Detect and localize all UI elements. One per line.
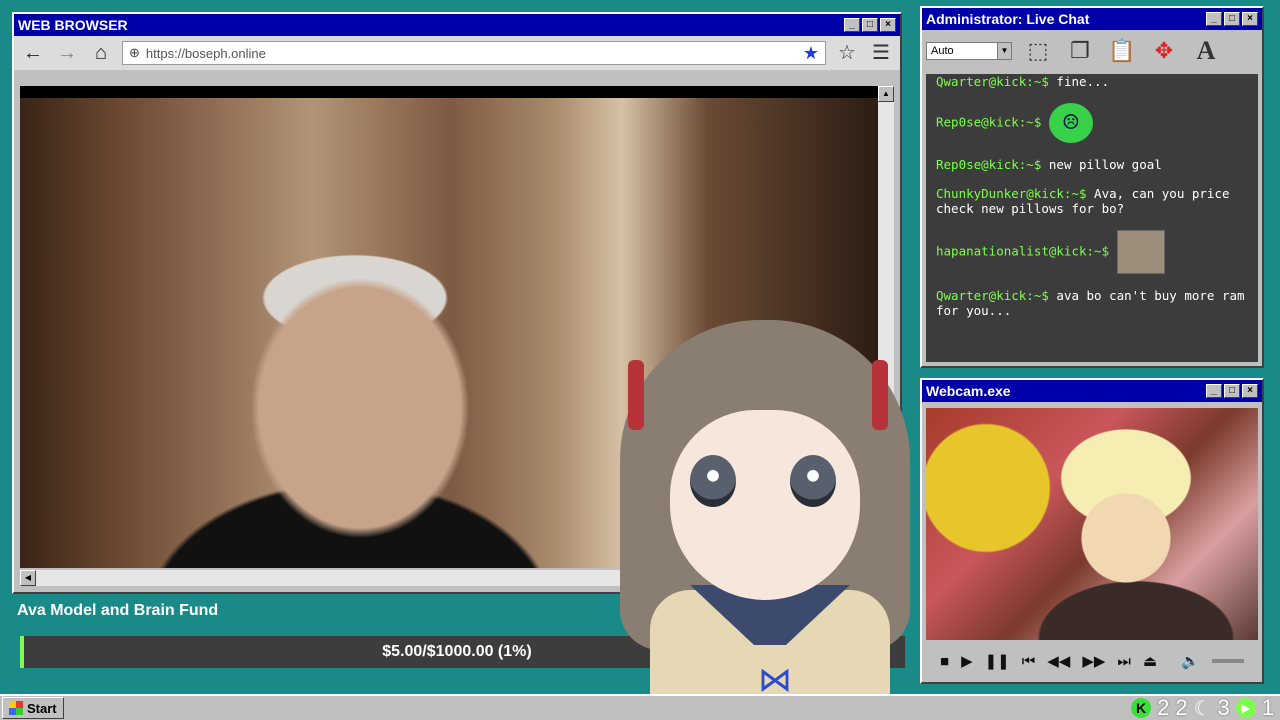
chat-message: Qwarter@kick:~$ ava bo can't buy more ra… [936, 288, 1245, 318]
fast-forward-icon[interactable]: ▶▶ [1082, 652, 1105, 670]
webcam-title: Webcam.exe [926, 383, 1011, 399]
bookmark-filled-star-icon[interactable]: ★ [803, 43, 819, 64]
moon-count: 3 [1217, 695, 1230, 720]
paste-icon[interactable]: 📋 [1106, 35, 1138, 67]
skip-forward-icon[interactable]: ⏭ [1117, 653, 1131, 670]
kick-icon[interactable]: K [1131, 698, 1152, 718]
browser-navbar: ← → ⌂ ⊕ ★ ☆ ☰ [14, 36, 900, 70]
favorites-star-icon[interactable]: ☆ [834, 41, 860, 65]
globe-icon: ⊕ [129, 45, 140, 60]
maximize-button[interactable]: □ [1224, 384, 1240, 398]
browser-title: WEB BROWSER [18, 17, 128, 33]
maximize-button[interactable]: □ [862, 18, 878, 32]
chevron-down-icon: ▼ [997, 43, 1011, 59]
volume-slider[interactable] [1211, 659, 1244, 663]
count-a: 2 [1175, 695, 1188, 720]
browser-titlebar[interactable]: WEB BROWSER _ □ × [14, 14, 900, 36]
scroll-up-icon[interactable]: ▲ [878, 86, 894, 102]
chat-message: ChunkyDunker@kick:~$ Ava, can you price … [936, 186, 1230, 216]
taskbar: Start K 2 2 ☾ 3 ▶ 1 [0, 694, 1280, 720]
skip-back-icon[interactable]: ⏮ [1022, 653, 1036, 670]
back-arrow-icon[interactable]: ← [20, 41, 46, 65]
home-icon[interactable]: ⌂ [88, 41, 114, 65]
media-controls: ■ ▶ ❚❚ ⏮ ◀◀ ▶▶ ⏭ ⏏ 🔈 [926, 646, 1258, 676]
webcam-titlebar[interactable]: Webcam.exe _ □ × [922, 380, 1262, 402]
rewind-icon[interactable]: ◀◀ [1047, 652, 1070, 670]
chat-titlebar[interactable]: Administrator: Live Chat _ □ × [922, 8, 1262, 30]
kick-count: 2 [1157, 695, 1170, 720]
close-button[interactable]: × [1242, 12, 1258, 26]
fund-title: Ava Model and Brain Fund [17, 602, 219, 619]
minimize-button[interactable]: _ [1206, 12, 1222, 26]
close-button[interactable]: × [880, 18, 896, 32]
maximize-button[interactable]: □ [1224, 12, 1240, 26]
select-region-icon[interactable]: ⬚ [1022, 35, 1054, 67]
moon-icon[interactable]: ☾ [1194, 696, 1212, 720]
scroll-left-icon[interactable]: ◀ [20, 570, 36, 586]
font-icon[interactable]: A [1190, 35, 1222, 67]
copy-icon[interactable]: ❐ [1064, 35, 1096, 67]
address-bar[interactable]: ⊕ ★ [122, 41, 826, 65]
minimize-button[interactable]: _ [844, 18, 860, 32]
sick-face-emoji-icon: ☹ [1048, 103, 1093, 143]
vtuber-avatar: ⋈ [610, 300, 920, 720]
webcam-view [926, 408, 1258, 640]
stop-icon[interactable]: ■ [940, 653, 949, 670]
play-count: 1 [1261, 695, 1274, 720]
chat-message: Rep0se@kick:~$ ☹ [936, 103, 1248, 143]
chat-log[interactable]: Qwarter@kick:~$ fine... Rep0se@kick:~$ ☹… [926, 74, 1258, 362]
move-icon[interactable]: ✥ [1148, 35, 1180, 67]
hamburger-menu-icon[interactable]: ☰ [868, 41, 894, 65]
chat-message: Qwarter@kick:~$ fine... [936, 74, 1110, 89]
play-icon[interactable]: ▶ [961, 652, 973, 670]
chat-message: Rep0se@kick:~$ new pillow goal [936, 157, 1162, 172]
pause-icon[interactable]: ❚❚ [985, 652, 1010, 670]
chat-title: Administrator: Live Chat [926, 11, 1090, 27]
url-input[interactable] [145, 45, 797, 61]
volume-icon[interactable]: 🔈 [1181, 652, 1200, 670]
start-button[interactable]: Start [2, 697, 64, 719]
font-size-select[interactable]: Auto ▼ [926, 42, 1012, 60]
image-thumbnail[interactable] [1116, 230, 1165, 274]
live-chat-window[interactable]: Administrator: Live Chat _ □ × Auto ▼ ⬚ … [920, 6, 1264, 368]
minimize-button[interactable]: _ [1206, 384, 1222, 398]
chat-message: hapanationalist@kick:~$ [936, 230, 1248, 274]
windows-logo-icon [9, 701, 23, 715]
eject-icon[interactable]: ⏏ [1143, 652, 1157, 670]
play-circle-icon[interactable]: ▶ [1235, 698, 1256, 718]
close-button[interactable]: × [1242, 384, 1258, 398]
webcam-window[interactable]: Webcam.exe _ □ × ■ ▶ ❚❚ ⏮ ◀◀ ▶▶ ⏭ ⏏ 🔈 [920, 378, 1264, 684]
chat-toolbar: Auto ▼ ⬚ ❐ 📋 ✥ A [922, 30, 1262, 72]
system-tray: K 2 2 ☾ 3 ▶ 1 [1131, 695, 1274, 720]
forward-arrow-icon[interactable]: → [54, 41, 80, 65]
